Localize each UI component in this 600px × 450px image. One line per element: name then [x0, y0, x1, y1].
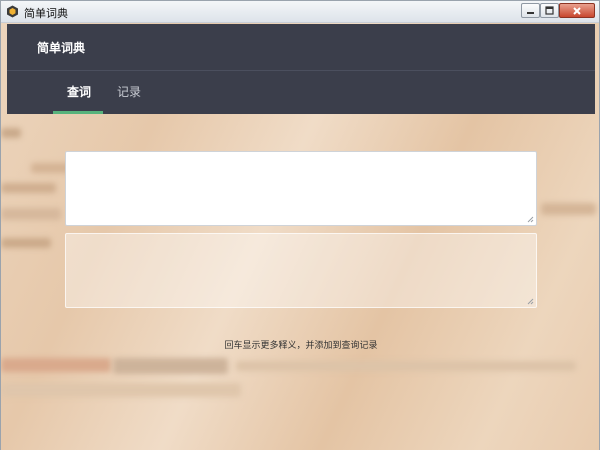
tab-bar: 查词 记录 — [7, 70, 595, 114]
app-title: 简单词典 — [37, 41, 86, 55]
hint-text: 回车显示更多释义，并添加到查询记录 — [224, 341, 378, 351]
maximize-icon — [545, 6, 554, 15]
background-blur — [1, 183, 56, 193]
app-logo-icon — [7, 5, 18, 18]
close-icon — [573, 6, 581, 15]
window-title: 简单词典 — [24, 7, 68, 20]
background-blur — [113, 358, 228, 374]
background-blur — [1, 383, 241, 397]
result-textarea[interactable] — [65, 233, 537, 308]
maximize-button[interactable] — [540, 3, 559, 18]
app-window: 简单词典 简单词典 查词 记录 回车显示更多释义，并添加到查询记录 — [0, 0, 600, 450]
tab-history[interactable]: 记录 — [117, 83, 141, 100]
tab-query[interactable]: 查词 — [67, 83, 91, 100]
background-blur — [1, 208, 61, 220]
background-blur — [1, 358, 111, 372]
background-blur — [236, 361, 576, 371]
minimize-icon — [527, 12, 534, 14]
active-tab-indicator — [53, 111, 103, 114]
close-button[interactable] — [559, 3, 595, 18]
app-header: 简单词典 — [7, 24, 595, 70]
background-blur — [1, 128, 21, 138]
background-blur — [1, 238, 51, 248]
minimize-button[interactable] — [521, 3, 540, 18]
background-blur — [541, 203, 596, 215]
title-bar[interactable]: 简单词典 — [1, 1, 599, 23]
word-input-textarea[interactable] — [65, 151, 537, 226]
resize-grip-icon[interactable] — [527, 298, 534, 305]
resize-grip-icon[interactable] — [527, 216, 534, 223]
